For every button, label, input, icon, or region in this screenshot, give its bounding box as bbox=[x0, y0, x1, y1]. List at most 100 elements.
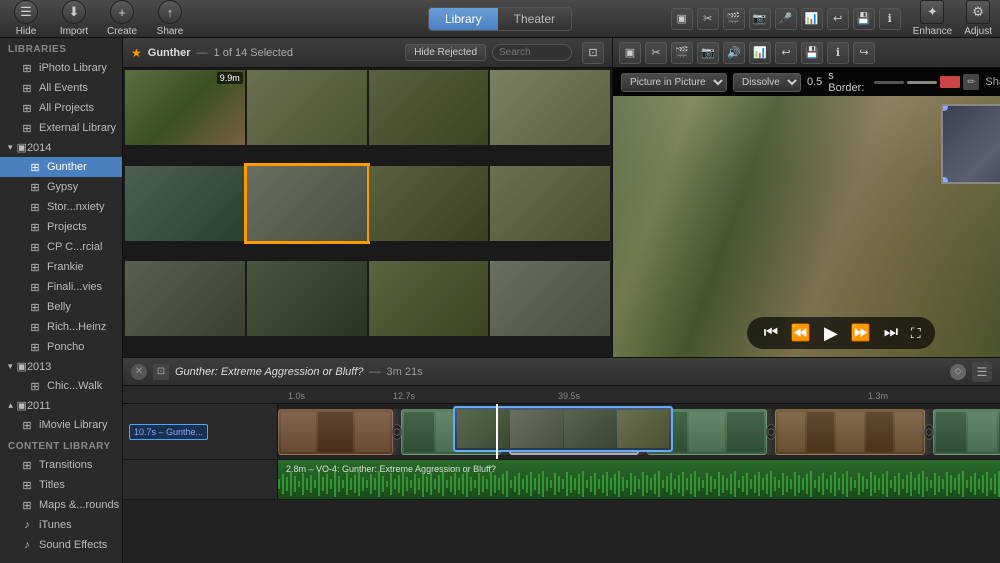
video-clip-5[interactable] bbox=[775, 409, 925, 455]
sidebar-item-all-events[interactable]: ⊞ All Events bbox=[0, 78, 122, 98]
sidebar-item-sound-effects[interactable]: ♪ Sound Effects bbox=[0, 535, 122, 555]
skip-forward-button[interactable]: ⏭ bbox=[881, 323, 901, 343]
sidebar-item-poncho[interactable]: ⊞ Poncho bbox=[0, 337, 122, 357]
sidebar-item-projects[interactable]: ⊞ Projects bbox=[0, 217, 122, 237]
all-projects-icon: ⊞ bbox=[20, 101, 34, 115]
transport-controls: ⏮ ⏪ ▶ ⏩ ⏭ ⛶ bbox=[747, 317, 935, 349]
sidebar-item-rich-heinz[interactable]: ⊞ Rich...Heinz bbox=[0, 317, 122, 337]
thumbnail-9[interactable] bbox=[125, 261, 245, 336]
tool2-icon[interactable]: ✂ bbox=[697, 8, 719, 30]
tool4-icon[interactable]: 📷 bbox=[749, 8, 771, 30]
viewer-tool-clip[interactable]: ▣ bbox=[619, 42, 641, 64]
viewer-tool-cam[interactable]: 🎬 bbox=[671, 42, 693, 64]
floating-clip[interactable] bbox=[453, 406, 673, 452]
fast-forward-button[interactable]: ⏩ bbox=[851, 323, 871, 343]
browser-search-input[interactable] bbox=[492, 44, 572, 61]
sidebar-item-cp-crcial[interactable]: ⊞ CP C...rcial bbox=[0, 237, 122, 257]
browser-view-toggle[interactable]: ⊡ bbox=[582, 42, 604, 64]
create-button[interactable]: + Create bbox=[104, 0, 140, 37]
thumbnail-7[interactable] bbox=[369, 166, 489, 241]
thumbnail-3[interactable] bbox=[369, 70, 489, 145]
viewer-tool-cut[interactable]: ✂ bbox=[645, 42, 667, 64]
pip-handle-bl[interactable] bbox=[941, 177, 948, 184]
timeline-settings-button[interactable]: ☰ bbox=[972, 362, 992, 382]
sidebar-item-finalivies[interactable]: ⊞ Finali...vies bbox=[0, 277, 122, 297]
viewer-tool-save[interactable]: 💾 bbox=[801, 42, 823, 64]
sidebar-item-iphoto[interactable]: ⊞ iPhoto Library bbox=[0, 58, 122, 78]
sidebar-group-2011[interactable]: ▸ ▣ 2011 bbox=[0, 396, 122, 415]
sidebar-item-titles[interactable]: ⊞ Titles bbox=[0, 475, 122, 495]
viewer-tool-chart[interactable]: 📊 bbox=[749, 42, 771, 64]
sidebar-item-frankie[interactable]: ⊞ Frankie bbox=[0, 257, 122, 277]
iphoto-icon: ⊞ bbox=[20, 61, 34, 75]
thumbnail-6-selected[interactable] bbox=[247, 166, 367, 241]
pip-handle-tl[interactable] bbox=[941, 104, 948, 111]
sidebar-item-external-lib[interactable]: ⊞ External Library bbox=[0, 118, 122, 138]
viewer-tool-audio[interactable]: 🔊 bbox=[723, 42, 745, 64]
viewer-tool-info[interactable]: ℹ bbox=[827, 42, 849, 64]
share-button[interactable]: ↑ Share bbox=[152, 0, 188, 37]
sidebar-item-stornxiety[interactable]: ⊞ Stor...nxiety bbox=[0, 197, 122, 217]
sidebar-item-gunther[interactable]: ⊞ Gunther bbox=[0, 157, 122, 177]
pip-mode-select[interactable]: Picture in Picture bbox=[621, 73, 727, 92]
thumbnail-10[interactable] bbox=[247, 261, 367, 336]
timeline-marker-icon[interactable]: ⬦ bbox=[950, 364, 966, 380]
border-color-swatch[interactable] bbox=[940, 76, 960, 88]
sidebar-item-itunes[interactable]: ♪ iTunes bbox=[0, 515, 122, 535]
sidebar-group-2013[interactable]: ▾ ▣ 2013 bbox=[0, 357, 122, 376]
tab-theater[interactable]: Theater bbox=[498, 8, 571, 30]
pip-overlay-window[interactable] bbox=[941, 104, 1000, 184]
hide-button[interactable]: ☰ Hide bbox=[8, 0, 44, 37]
timeline-playhead[interactable] bbox=[496, 404, 498, 459]
video-clip-1[interactable] bbox=[278, 409, 393, 455]
poncho-label: Poncho bbox=[47, 341, 84, 353]
transition-select[interactable]: Dissolve bbox=[733, 73, 801, 92]
viewer-tool-redo[interactable]: ↪ bbox=[853, 42, 875, 64]
maps-label: Maps &...rounds bbox=[39, 499, 119, 511]
border-swatch-1[interactable] bbox=[874, 81, 904, 84]
viewer-tool-undo[interactable]: ↩ bbox=[775, 42, 797, 64]
sidebar-item-all-projects[interactable]: ⊞ All Projects bbox=[0, 98, 122, 118]
sidebar-item-transitions[interactable]: ⊞ Transitions bbox=[0, 455, 122, 475]
viewer-tool-photo[interactable]: 📷 bbox=[697, 42, 719, 64]
tool6-icon[interactable]: 📊 bbox=[801, 8, 823, 30]
thumbnail-1[interactable]: 9.9m bbox=[125, 70, 245, 145]
sidebar-item-chic-walk[interactable]: ⊞ Chic...Walk bbox=[0, 376, 122, 396]
sidebar-item-maps-grounds[interactable]: ⊞ Maps &...rounds bbox=[0, 495, 122, 515]
fullscreen-button[interactable]: ⛶ bbox=[911, 325, 921, 342]
tool7-icon[interactable]: ↩ bbox=[827, 8, 849, 30]
tool9-icon[interactable]: ℹ bbox=[879, 8, 901, 30]
border-style-btn[interactable]: ✏ bbox=[963, 74, 979, 90]
thumbnail-5[interactable] bbox=[125, 166, 245, 241]
import-button[interactable]: ⬇ Import bbox=[56, 0, 92, 37]
sidebar-item-imovie-lib[interactable]: ⊞ iMovie Library bbox=[0, 415, 122, 435]
adjust-button[interactable]: ⚙ Adjust bbox=[964, 0, 992, 37]
thumbnail-2[interactable] bbox=[247, 70, 367, 145]
tool5-icon[interactable]: 🎤 bbox=[775, 8, 797, 30]
enhance-button[interactable]: ✦ Enhance bbox=[913, 0, 952, 37]
video-track-head: 10.7s – Gunthe... bbox=[123, 404, 278, 459]
border-swatch-2[interactable] bbox=[907, 81, 937, 84]
thumbnail-8[interactable] bbox=[490, 166, 610, 241]
rewind-button[interactable]: ⏪ bbox=[791, 323, 811, 343]
browser-panel: ★ Gunther — 1 of 14 Selected Hide Reject… bbox=[123, 38, 613, 357]
tool8-icon[interactable]: 💾 bbox=[853, 8, 875, 30]
thumbnail-11[interactable] bbox=[369, 261, 489, 336]
tab-library[interactable]: Library bbox=[429, 8, 498, 30]
sidebar-item-gypsy[interactable]: ⊞ Gypsy bbox=[0, 177, 122, 197]
timeline-close-button[interactable]: ✕ bbox=[131, 364, 147, 380]
external-lib-icon: ⊞ bbox=[20, 121, 34, 135]
tool1-icon[interactable]: ▣ bbox=[671, 8, 693, 30]
sidebar-item-belly[interactable]: ⊞ Belly bbox=[0, 297, 122, 317]
play-button[interactable]: ▶ bbox=[821, 323, 841, 343]
clip-divider-4: ⬡ bbox=[767, 409, 775, 455]
audio-clip[interactable]: 2.8m – VO-4: Gunther: Extreme Aggression… bbox=[278, 460, 1000, 499]
skip-back-button[interactable]: ⏮ bbox=[761, 323, 781, 343]
thumbnail-4[interactable] bbox=[490, 70, 610, 145]
sidebar-group-2014[interactable]: ▾ ▣ 2014 bbox=[0, 138, 122, 157]
gunther-icon: ⊞ bbox=[28, 160, 42, 174]
hide-rejected-button[interactable]: Hide Rejected bbox=[405, 44, 486, 61]
tool3-icon[interactable]: 🎬 bbox=[723, 8, 745, 30]
thumbnail-12[interactable] bbox=[490, 261, 610, 336]
video-clip-6[interactable] bbox=[933, 409, 1000, 455]
